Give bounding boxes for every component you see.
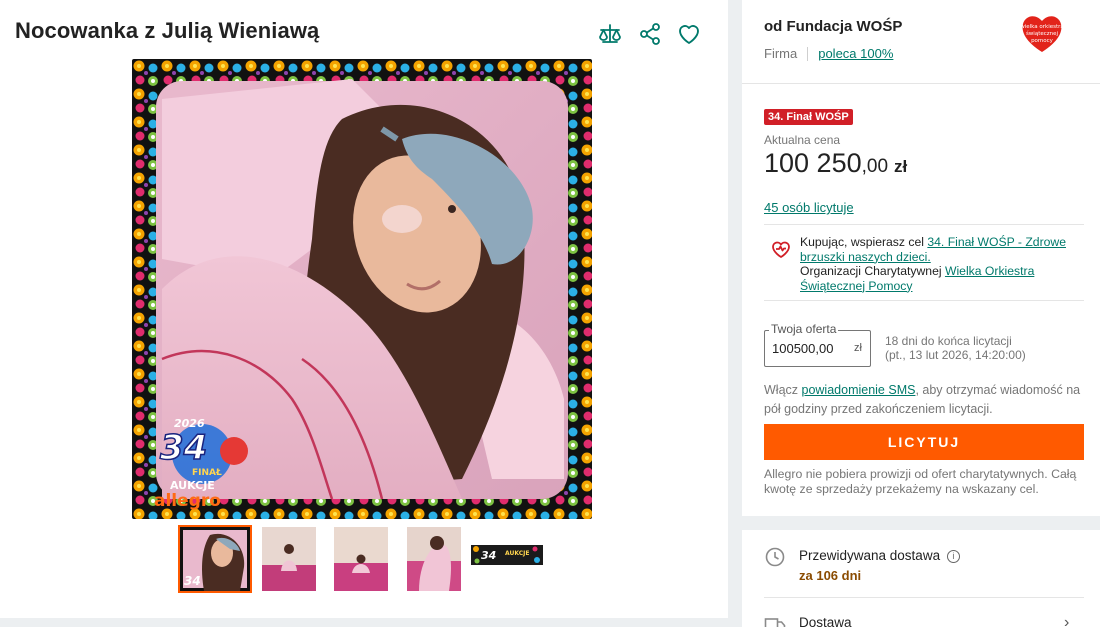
thumbnail-2[interactable] bbox=[262, 527, 316, 591]
main-product-image[interactable]: 2026 34 FINAŁ AUKCJE allegro bbox=[132, 59, 592, 519]
expected-delivery-value: za 106 dni bbox=[799, 568, 862, 583]
sms-notification-link[interactable]: powiadomienie SMS bbox=[802, 383, 916, 397]
brand-watermark: allegro bbox=[154, 491, 221, 511]
svg-text:34: 34 bbox=[481, 549, 496, 562]
svg-text:świątecznej: świątecznej bbox=[1026, 30, 1059, 37]
final-badge: 34. Finał WOŚP bbox=[764, 109, 853, 125]
seller-meta: Firma poleca 100% bbox=[764, 46, 893, 61]
commission-note: Allegro nie pobiera prowizji od ofert ch… bbox=[764, 467, 1077, 496]
charity-text: Kupując, wspierasz cel 34. Finał WOŚP - … bbox=[800, 235, 1066, 293]
seller-name[interactable]: od Fundacja WOŚP bbox=[764, 18, 902, 35]
svg-text:AUKCJE: AUKCJE bbox=[505, 550, 529, 557]
thumbnail-5[interactable]: 34 AUKCJE bbox=[471, 545, 543, 565]
offer-box: 34. Finał WOŚP Aktualna cena 100 250,00 z… bbox=[742, 84, 1100, 516]
price-label: Aktualna cena bbox=[764, 133, 841, 147]
bid-currency: zł bbox=[854, 342, 862, 354]
delivery-box: Przewidywana dostawa i za 106 dni Dostaw… bbox=[742, 530, 1100, 627]
price-currency: zł bbox=[894, 157, 908, 176]
badge-line1: FINAŁ bbox=[192, 468, 222, 478]
shipping-label: Dostawa bbox=[799, 615, 852, 627]
scales-icon[interactable] bbox=[596, 20, 624, 48]
price-main: 100 250 bbox=[764, 148, 862, 178]
svg-text:wielka orkiestra: wielka orkiestra bbox=[1020, 24, 1064, 30]
thumbnail-3[interactable] bbox=[334, 527, 388, 591]
divider bbox=[764, 597, 1084, 598]
svg-text:pomocy: pomocy bbox=[1031, 38, 1054, 44]
expected-delivery-label: Przewidywana dostawa i bbox=[799, 548, 960, 563]
heart-icon[interactable] bbox=[675, 20, 703, 48]
charity-heart-icon bbox=[770, 238, 792, 260]
chevron-right-icon[interactable]: › bbox=[1064, 614, 1069, 627]
info-icon[interactable]: i bbox=[946, 550, 960, 563]
price-fraction: ,00 bbox=[861, 156, 889, 177]
bid-button[interactable]: LICYTUJ bbox=[764, 424, 1084, 460]
clock-icon bbox=[764, 546, 786, 568]
seller-box: od Fundacja WOŚP Firma poleca 100% wielk… bbox=[742, 0, 1100, 84]
bid-input-label: Twoja oferta bbox=[769, 322, 839, 336]
product-gallery-panel: Nocowanka z Julią Wieniawą 2026 34 FINAŁ… bbox=[0, 0, 728, 618]
bidders-link[interactable]: 45 osób licytuje bbox=[764, 200, 854, 215]
share-icon[interactable] bbox=[636, 20, 664, 48]
truck-icon bbox=[764, 614, 786, 627]
auction-deadline: 18 dni do końca licytacji (pt., 13 lut 2… bbox=[885, 334, 1026, 362]
divider bbox=[807, 46, 809, 61]
seller-type: Firma bbox=[764, 46, 798, 61]
current-price: 100 250,00 zł bbox=[764, 148, 907, 179]
shipping-row[interactable]: Dostawa › bbox=[764, 612, 1084, 627]
bid-input-box[interactable]: Twoja oferta zł bbox=[764, 322, 871, 367]
sms-notification-text: Włącz powiadomienie SMS, aby otrzymać wi… bbox=[764, 383, 1081, 416]
product-title: Nocowanka z Julią Wieniawą bbox=[15, 18, 320, 43]
thumbnail-4[interactable] bbox=[407, 527, 461, 591]
wosp-logo: wielka orkiestra świątecznej pomocy bbox=[1020, 12, 1064, 54]
divider bbox=[764, 300, 1084, 301]
seller-recommend-link[interactable]: poleca 100% bbox=[818, 46, 893, 61]
thumbnail-1[interactable]: 34 bbox=[178, 525, 252, 593]
badge-number: 34 bbox=[160, 428, 207, 468]
divider bbox=[764, 224, 1084, 225]
bid-amount-input[interactable] bbox=[772, 341, 842, 356]
svg-text:34: 34 bbox=[184, 574, 201, 588]
